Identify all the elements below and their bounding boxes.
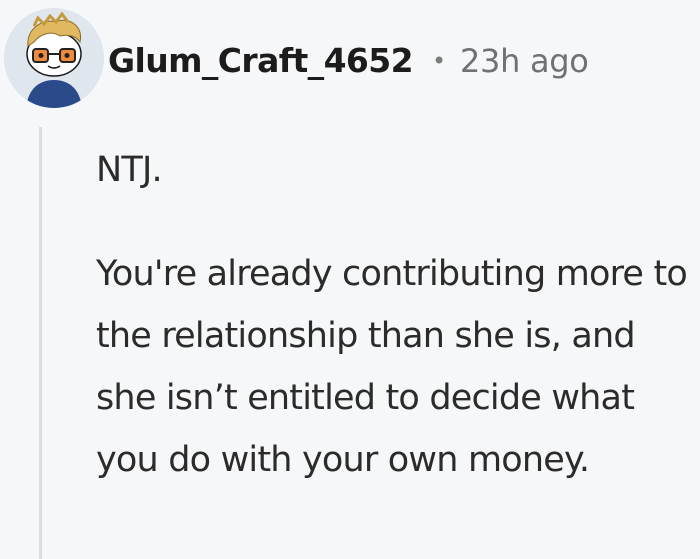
- meta-separator: •: [432, 47, 447, 75]
- avatar[interactable]: [4, 8, 104, 108]
- thread-collapse-line[interactable]: [39, 127, 42, 559]
- comment-header: Glum_Craft_4652 • 23h ago: [0, 0, 700, 120]
- snoo-avatar-icon: [4, 8, 104, 108]
- comment: Glum_Craft_4652 • 23h ago NTJ. You're al…: [0, 0, 700, 559]
- comment-paragraph: You're already contributing more to the …: [96, 254, 688, 480]
- comment-body: NTJ. You're already contributing more to…: [96, 139, 696, 491]
- comment-timestamp[interactable]: 23h ago: [460, 39, 589, 83]
- comment-paragraph: NTJ.: [96, 150, 163, 190]
- author-username[interactable]: Glum_Craft_4652: [108, 39, 414, 83]
